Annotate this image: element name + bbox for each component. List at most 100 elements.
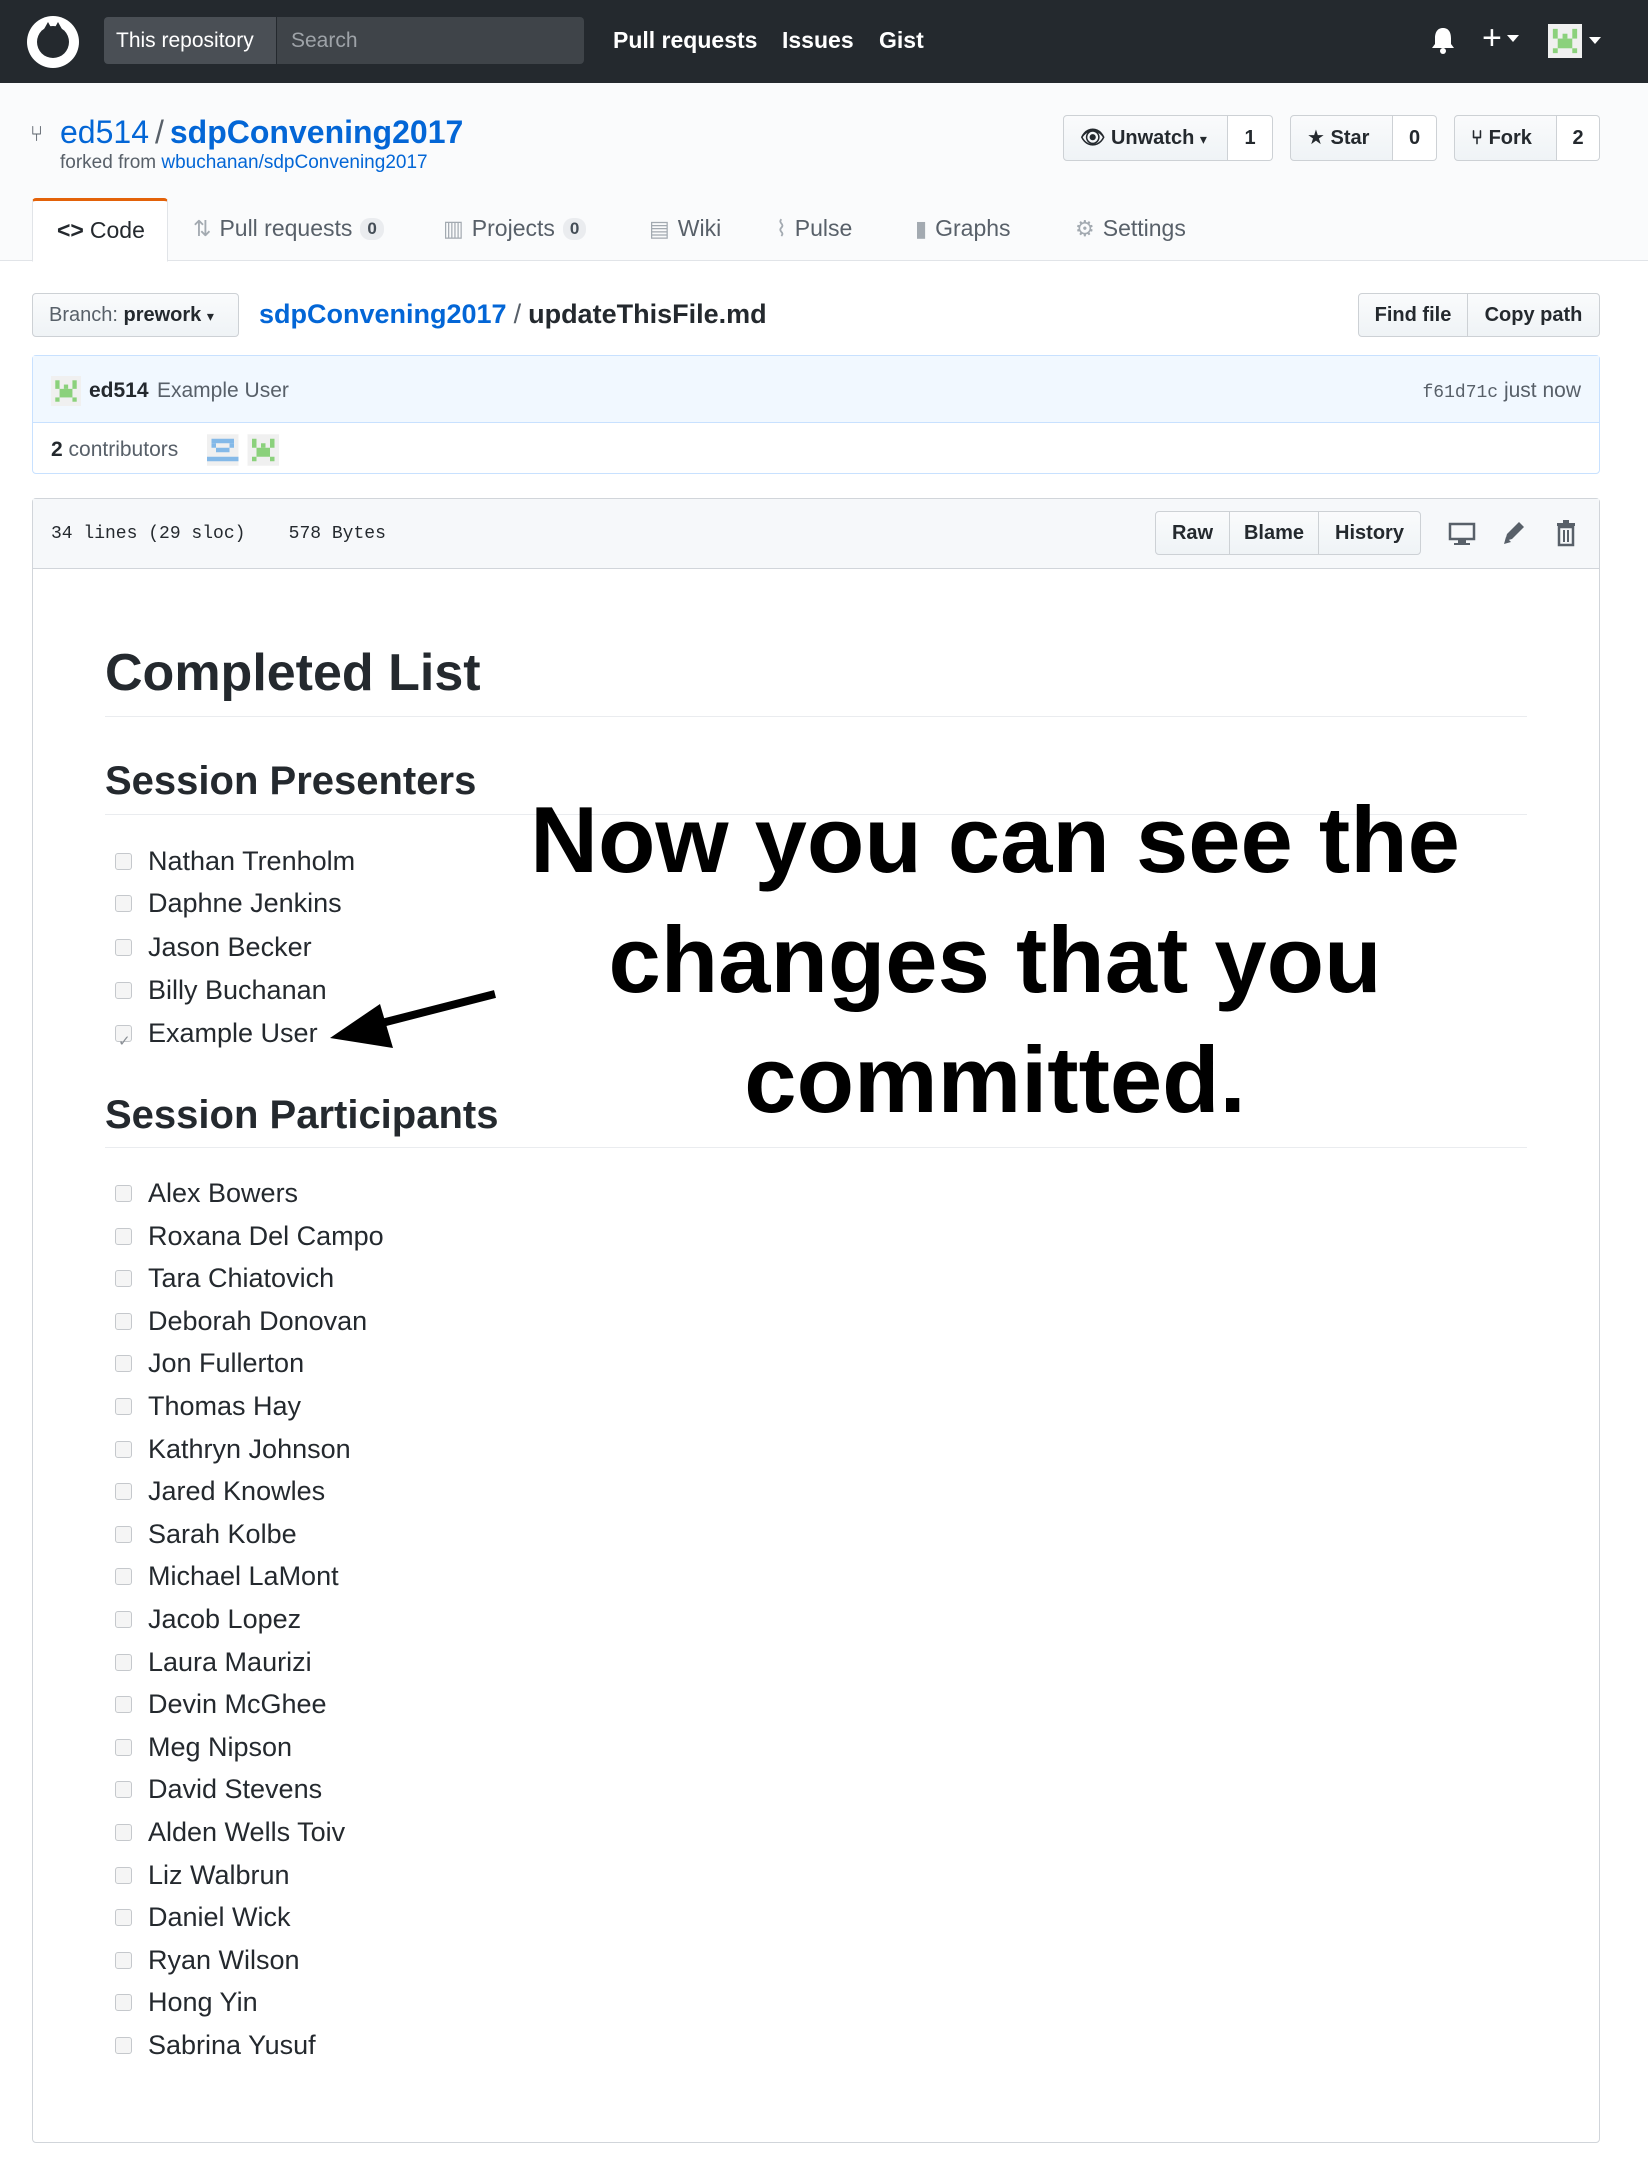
commit-meta: f61d71c just now bbox=[1422, 376, 1581, 408]
task-checkbox[interactable] bbox=[115, 1909, 132, 1926]
task-label: Tara Chiatovich bbox=[148, 1263, 335, 1293]
tab-wiki[interactable]: ▤ Wiki bbox=[649, 198, 721, 261]
contributors-count: 2 bbox=[51, 438, 63, 461]
heading-divider bbox=[105, 716, 1527, 717]
avatar-caret-down-icon[interactable] bbox=[1589, 37, 1601, 44]
task-checkbox[interactable] bbox=[115, 1781, 132, 1798]
pencil-icon[interactable] bbox=[1501, 519, 1527, 547]
task-label: Jon Fullerton bbox=[148, 1348, 305, 1378]
tab-projects[interactable]: ▥ Projects 0 bbox=[443, 198, 587, 261]
task-label: Kathryn Johnson bbox=[148, 1434, 351, 1464]
forks-count[interactable]: 2 bbox=[1557, 115, 1600, 161]
tab-code[interactable]: <> Code bbox=[32, 198, 168, 262]
fork-button[interactable]: ⑂ Fork bbox=[1454, 115, 1557, 161]
task-checkbox[interactable] bbox=[115, 1952, 132, 1969]
find-file-button[interactable]: Find file bbox=[1358, 293, 1468, 337]
stargazers-count[interactable]: 0 bbox=[1393, 115, 1437, 161]
task-checkbox[interactable] bbox=[115, 1994, 132, 2011]
task-label: Meg Nipson bbox=[148, 1732, 293, 1762]
task-label: Sarah Kolbe bbox=[148, 1519, 297, 1549]
task-checkbox[interactable] bbox=[115, 1313, 132, 1330]
file-line-count: 34 lines (29 sloc) bbox=[51, 524, 246, 544]
repo-owner-link[interactable]: ed514 bbox=[60, 114, 149, 150]
raw-button[interactable]: Raw bbox=[1155, 511, 1230, 555]
task-checkbox[interactable] bbox=[115, 1398, 132, 1415]
tab-pulse[interactable]: ⌇ Pulse bbox=[776, 198, 852, 261]
unwatch-button[interactable]: 👁 Unwatch ▾ bbox=[1063, 115, 1228, 161]
task-label: Thomas Hay bbox=[148, 1391, 302, 1421]
task-checkbox[interactable] bbox=[115, 1355, 132, 1372]
task-checkbox[interactable] bbox=[115, 1441, 132, 1458]
forked-from-link[interactable]: wbuchanan/sdpConvening2017 bbox=[161, 152, 427, 173]
task-checkbox[interactable] bbox=[115, 1824, 132, 1841]
eye-icon: 👁 bbox=[1080, 127, 1106, 149]
contributors-link[interactable]: 2 contributors bbox=[51, 435, 178, 465]
history-button[interactable]: History bbox=[1318, 511, 1421, 555]
blame-button[interactable]: Blame bbox=[1229, 511, 1319, 555]
contributor-avatars[interactable] bbox=[207, 434, 279, 466]
gear-icon: ⚙ bbox=[1075, 216, 1095, 241]
star-button[interactable]: ★ Star bbox=[1290, 115, 1393, 161]
task-label: Jason Becker bbox=[148, 932, 312, 962]
desktop-icon[interactable] bbox=[1448, 521, 1476, 547]
commit-author-link[interactable]: ed514 bbox=[89, 376, 149, 406]
nav-issues[interactable]: Issues bbox=[782, 17, 854, 64]
task-checkbox[interactable] bbox=[115, 1185, 132, 1202]
branch-select-button[interactable]: Branch: prework ▾ bbox=[32, 293, 239, 337]
watchers-count[interactable]: 1 bbox=[1228, 115, 1273, 161]
task-checkbox[interactable] bbox=[115, 982, 132, 999]
trash-icon[interactable] bbox=[1554, 519, 1578, 547]
create-new-plus-icon[interactable]: + bbox=[1482, 18, 1502, 58]
task-checkbox[interactable] bbox=[115, 1270, 132, 1287]
task-label: Ryan Wilson bbox=[148, 1945, 300, 1975]
commit-message-link[interactable]: Example User bbox=[157, 376, 289, 406]
repo-name-link[interactable]: sdpConvening2017 bbox=[170, 114, 463, 150]
project-icon: ▥ bbox=[443, 216, 464, 241]
breadcrumb-repo-link[interactable]: sdpConvening2017 bbox=[259, 299, 507, 329]
task-checkbox[interactable] bbox=[115, 1696, 132, 1713]
task-checkbox[interactable] bbox=[115, 1568, 132, 1585]
task-checkbox[interactable] bbox=[115, 1654, 132, 1671]
task-checkbox[interactable] bbox=[115, 895, 132, 912]
forked-from-note: forked from wbuchanan/sdpConvening2017 bbox=[60, 152, 428, 174]
task-checkbox[interactable] bbox=[115, 1228, 132, 1245]
fork-icon: ⑂ bbox=[1471, 127, 1483, 149]
tab-pull-requests[interactable]: ⇅ Pull requests 0 bbox=[193, 198, 384, 261]
task-checkbox[interactable] bbox=[115, 1611, 132, 1628]
pull-requests-count-badge: 0 bbox=[360, 218, 384, 240]
task-checkbox[interactable] bbox=[115, 1483, 132, 1500]
tab-projects-label: Projects bbox=[471, 215, 555, 241]
task-checkbox[interactable] bbox=[115, 2037, 132, 2054]
branch-prefix: Branch: bbox=[49, 304, 124, 326]
task-label: Liz Walbrun bbox=[148, 1860, 290, 1890]
annotation-arrow-icon bbox=[330, 990, 496, 1048]
star-icon: ★ bbox=[1307, 127, 1325, 149]
github-logo-icon[interactable] bbox=[27, 16, 79, 68]
tab-code-label: Code bbox=[89, 217, 145, 243]
notifications-bell-icon[interactable] bbox=[1430, 26, 1456, 54]
star-label: Star bbox=[1330, 127, 1370, 149]
search-input[interactable] bbox=[277, 17, 584, 64]
tab-graphs[interactable]: ▮ Graphs bbox=[915, 198, 1011, 261]
task-checkbox[interactable] bbox=[115, 1526, 132, 1543]
task-checkbox[interactable] bbox=[115, 1739, 132, 1756]
user-avatar[interactable] bbox=[1548, 24, 1582, 58]
repo-title: ed514/sdpConvening2017 bbox=[60, 114, 463, 151]
tab-settings-label: Settings bbox=[1102, 215, 1186, 241]
task-checkbox[interactable] bbox=[115, 939, 132, 956]
tab-settings[interactable]: ⚙ Settings bbox=[1075, 198, 1186, 261]
copy-path-button[interactable]: Copy path bbox=[1467, 293, 1600, 337]
task-checkbox[interactable] bbox=[115, 1867, 132, 1884]
unwatch-label: Unwatch bbox=[1110, 127, 1195, 149]
repo-forked-icon: ⑂ bbox=[30, 121, 44, 146]
commit-author-avatar[interactable] bbox=[51, 376, 81, 406]
task-checkbox-checked[interactable] bbox=[115, 1022, 132, 1062]
breadcrumb-separator: / bbox=[513, 299, 522, 329]
nav-gist[interactable]: Gist bbox=[879, 17, 924, 64]
commit-sha-link[interactable]: f61d71c bbox=[1422, 383, 1498, 403]
file-header: 34 lines (29 sloc) 578 Bytes Raw Blame H… bbox=[33, 499, 1599, 569]
presenters-heading: Session Presenters bbox=[105, 759, 477, 803]
nav-pull-requests[interactable]: Pull requests bbox=[613, 17, 757, 64]
branch-caret-down-icon: ▾ bbox=[206, 308, 214, 324]
task-checkbox[interactable] bbox=[115, 853, 132, 870]
